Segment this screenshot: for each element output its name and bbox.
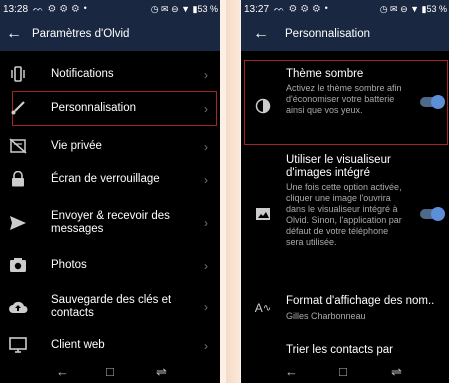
chevron-right-icon: › [204,102,208,116]
text-format-icon: A ∿ [254,301,272,315]
image-viewer-toggle[interactable] [420,207,445,221]
dark-theme-toggle[interactable] [420,95,445,109]
setting-description: Activez le thème sombre afin d'économise… [286,83,402,115]
image-icon [253,204,273,224]
nav-recents-icon[interactable]: ⇌ [156,364,167,380]
setting-title: Trier les contacts par [286,344,393,356]
back-arrow-icon[interactable]: ← [6,25,22,43]
chevron-right-icon: › [204,173,208,187]
nav-back-icon[interactable]: ← [56,364,69,379]
settings-item-notifications[interactable]: Notifications › [0,60,220,90]
setting-theme-sombre[interactable]: Thème sombre Activez le thème sombre afi… [241,60,449,143]
settings-item-personnalisation[interactable]: Personnalisation › [0,92,220,124]
status-bar: 13:28 ᨓ ⚙ ⚙ ⚙ • ◷ ✉ ⊖ ▼ ▮53 % [0,0,220,20]
setting-description: Gilles Charbonneau [286,311,366,321]
settings-item-vie-privee[interactable]: Vie privée › [0,132,220,162]
back-arrow-icon[interactable]: ← [253,25,269,43]
settings-item-sauvegarde[interactable]: Sauvegarde des clés et contacts › [0,287,220,327]
watermark-strip [226,0,240,383]
nav-home-icon[interactable]: □ [339,364,347,379]
nav-recents-icon[interactable]: ⇌ [391,364,402,380]
chevron-right-icon: › [204,68,208,82]
setting-title: Thème sombre [286,68,364,80]
setting-title: Utiliser le visualiseur d'images intégré [286,154,391,179]
chevron-right-icon: › [204,339,208,353]
page-title: Paramètres d'Olvid [32,28,130,40]
setting-description: Une fois cette option activée, cliquer u… [286,182,402,247]
contrast-icon [253,96,273,116]
lock-icon [8,169,28,189]
chevron-right-icon: › [204,140,208,154]
setting-trier-contacts[interactable]: Trier les contacts par [241,340,449,360]
page-title: Personnalisation [285,28,371,40]
settings-item-label: Personnalisation [51,102,137,114]
settings-item-envoyer-recevoir[interactable]: Envoyer & recevoir des messages › [0,203,220,243]
system-nav-bar: ← □ ⇌ [0,361,220,383]
app-bar: ← Personnalisation [241,20,449,51]
monitor-icon [8,335,28,355]
chevron-right-icon: › [204,300,208,314]
setting-title: Format d'affichage des nom.. [286,295,435,307]
chevron-right-icon: › [204,216,208,230]
settings-item-ecran-de-verrouillage[interactable]: Écran de verrouillage › [0,165,220,195]
brush-icon [8,98,28,118]
settings-item-label: Photos [51,259,87,271]
setting-visualiseur-images[interactable]: Utiliser le visualiseur d'images intégré… [241,152,449,280]
settings-item-label: Sauvegarde des clés et contacts [51,294,172,319]
settings-item-photos[interactable]: Photos › [0,251,220,281]
settings-item-label: Envoyer & recevoir des messages [51,210,170,235]
status-time: 13:27 [244,4,270,15]
settings-screen: 13:28 ᨓ ⚙ ⚙ ⚙ • ◷ ✉ ⊖ ▼ ▮53 % ← Paramètr… [0,0,220,383]
status-time: 13:28 [3,4,29,15]
settings-item-label: Client web [51,339,105,351]
chevron-right-icon: › [204,259,208,273]
eye-off-icon [8,136,28,156]
settings-item-label: Vie privée [51,140,102,152]
setting-format-affichage[interactable]: A ∿ Format d'affichage des nom.. Gilles C… [241,290,449,330]
app-bar: ← Paramètres d'Olvid [0,20,220,51]
vibration-icon [8,64,28,84]
status-bar: 13:27 ᨓ ⚙ ⚙ ⚙ • ◷ ✉ ⊖ ▼ ▮53 % [241,0,449,20]
notification-icons: ᨓ ⚙ ⚙ ⚙ • [33,3,88,13]
personnalisation-screen: 13:27 ᨓ ⚙ ⚙ ⚙ • ◷ ✉ ⊖ ▼ ▮53 % ← Personna… [241,0,449,383]
cloud-upload-icon [8,297,28,317]
camera-icon [8,255,28,275]
system-icons: ◷ ✉ ⊖ ▼ ▮53 % [150,4,218,14]
nav-back-icon[interactable]: ← [285,364,298,379]
nav-home-icon[interactable]: □ [106,364,114,379]
notification-icons: ᨓ ⚙ ⚙ ⚙ • [274,3,329,13]
system-icons: ◷ ✉ ⊖ ▼ ▮53 % [379,4,447,14]
settings-item-label: Écran de verrouillage [51,173,160,185]
send-icon [8,213,28,233]
settings-item-label: Notifications [51,68,114,80]
system-nav-bar: ← □ ⇌ [241,361,449,383]
settings-item-client-web[interactable]: Client web › [0,333,220,359]
